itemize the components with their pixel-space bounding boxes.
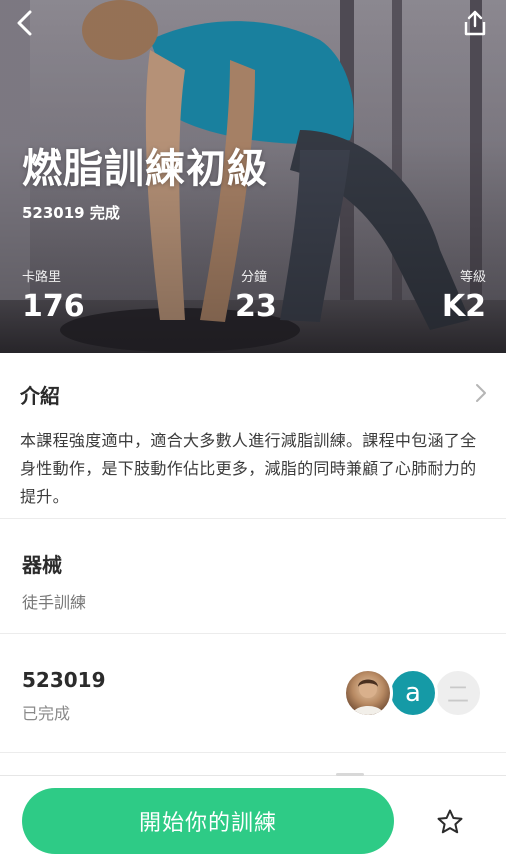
participants-count: 523019 — [22, 668, 106, 692]
avatar[interactable] — [343, 668, 393, 718]
share-icon — [464, 10, 486, 36]
avatar[interactable]: a — [388, 668, 438, 718]
participants-status: 已完成 — [22, 704, 71, 723]
stat-calories: 卡路里 176 — [22, 266, 85, 324]
favorite-button[interactable] — [434, 806, 466, 838]
stat-minutes: 分鐘 23 — [235, 266, 277, 324]
equipment-section: 器械 徒手訓練 — [0, 519, 506, 633]
avatar-initial: 二 — [446, 683, 469, 708]
back-button[interactable] — [8, 6, 42, 40]
hero-banner: 燃脂訓練初級 523019 完成 卡路里 176 分鐘 23 等級 K2 — [0, 0, 506, 353]
chevron-right-icon — [476, 384, 486, 402]
stat-level: 等級 K2 — [442, 266, 486, 324]
avatar[interactable]: 二 — [433, 668, 483, 718]
course-title: 燃脂訓練初級 — [22, 146, 268, 192]
participants-section[interactable]: 523019 已完成 a 二 — [0, 634, 506, 752]
share-button[interactable] — [458, 6, 492, 40]
stat-level-label: 等級 — [459, 270, 486, 285]
intro-description: 本課程強度適中，適合大多數人進行減脂訓練。課程中包涵了全身性動作，是下肢動作佔比… — [20, 431, 477, 506]
completion-count: 523019 完成 — [22, 204, 120, 222]
avatar-initial: a — [405, 678, 421, 708]
stat-minutes-label: 分鐘 — [241, 270, 268, 285]
avatar-photo — [352, 679, 384, 715]
stat-calories-value: 176 — [22, 289, 85, 324]
intro-section[interactable]: 介紹 本課程強度適中，適合大多數人進行減脂訓練。課程中包涵了全身性動作，是下肢動… — [0, 353, 506, 518]
star-icon — [437, 809, 463, 834]
start-training-button[interactable]: 開始你的訓練 — [22, 788, 394, 854]
back-arrow-icon — [17, 10, 32, 36]
drag-handle — [336, 773, 364, 776]
equipment-heading: 器械 — [22, 553, 62, 577]
stat-minutes-value: 23 — [235, 289, 277, 324]
stat-calories-label: 卡路里 — [22, 270, 62, 285]
divider — [0, 752, 506, 753]
intro-heading: 介紹 — [20, 384, 60, 408]
stat-level-value: K2 — [441, 289, 486, 324]
equipment-value: 徒手訓練 — [22, 593, 87, 612]
